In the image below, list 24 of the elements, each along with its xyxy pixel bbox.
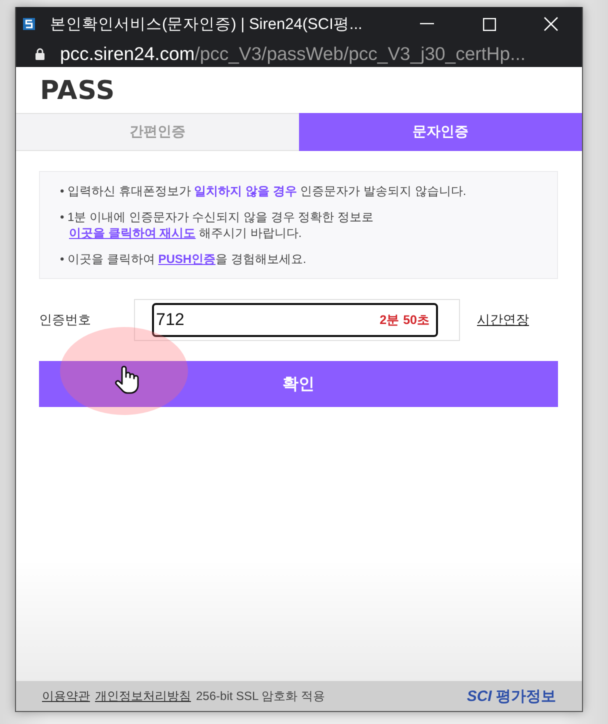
site-favicon-icon — [23, 18, 35, 30]
window-title: 본인확인서비스(문자인증) | Siren24(SCI평... — [50, 14, 364, 34]
notice-text: • 입력하신 휴대폰정보가 일치하지 않을 경우 인증문자가 발송되지 않습니다. — [60, 183, 468, 199]
confirm-button[interactable]: 확인 — [39, 361, 558, 407]
tab[interactable]: 문자인증 — [299, 113, 582, 151]
close-icon — [544, 17, 558, 31]
notice-text: • 1분 이내에 인증문자가 수신되지 않을 경우 정확한 정보로 이곳을 클릭하여 재시도 해주시기 바랍니다. — [60, 209, 375, 241]
company-logo: SCI 평가정보 — [466, 686, 556, 706]
notice-link[interactable]: PUSH인증 — [158, 252, 216, 266]
footer-link[interactable]: 개인정보처리방침 — [95, 688, 191, 704]
verification-code-field[interactable]: 712 2분 50초 — [152, 303, 438, 337]
maximize-icon — [482, 18, 496, 30]
notice-text: • 이곳을 클릭하여 PUSH인증을 경험해보세요. — [60, 251, 308, 267]
hand-cursor-icon — [114, 364, 140, 394]
extend-time-link[interactable]: 시간연장 — [477, 311, 529, 329]
pass-logo: PASS — [40, 76, 116, 106]
lock-icon — [35, 48, 45, 60]
minimize-icon — [420, 23, 434, 25]
url-text[interactable]: pcc.siren24.com/pcc_V3/passWeb/pcc_V3_j30_certHp... — [60, 43, 526, 65]
notice-link[interactable]: 이곳을 클릭하여 재시도 — [69, 226, 196, 240]
countdown-timer: 2분 50초 — [380, 312, 430, 328]
ssl-note: 256-bit SSL 암호화 적용 — [196, 688, 325, 704]
footer-link[interactable]: 이용약관 — [42, 688, 90, 704]
code-label: 인증번호 — [39, 311, 92, 329]
